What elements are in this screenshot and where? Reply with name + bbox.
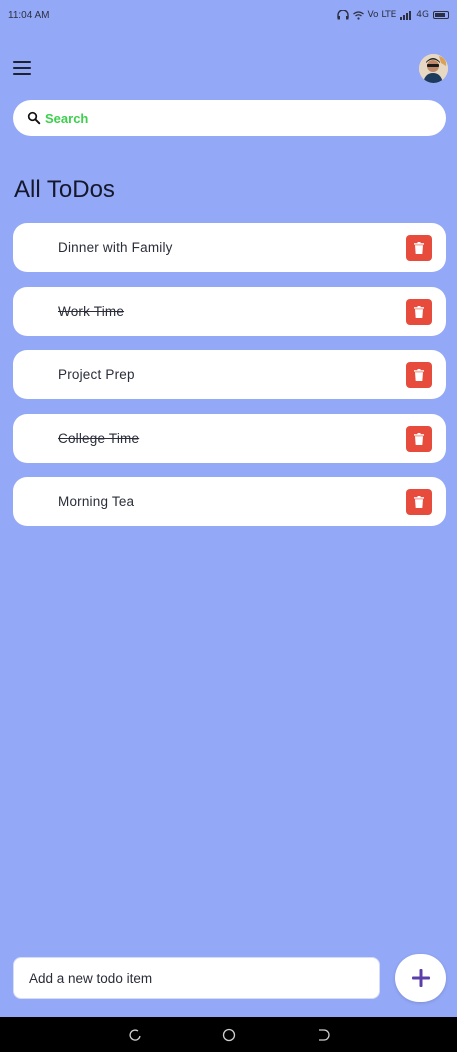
battery-icon [433,11,449,19]
trash-icon [414,305,424,318]
todo-item[interactable]: Work Time [13,286,446,336]
search-icon [27,111,41,125]
delete-button[interactable] [406,489,432,515]
todo-app-screen: 11:04 AM Vo LTE 4G Search All ToDos Dinn… [0,0,457,1052]
trash-icon [414,369,424,381]
search-bar[interactable]: Search [13,100,446,136]
system-nav-bar [0,1017,457,1052]
add-todo-button[interactable] [395,954,446,1002]
status-bar: 11:04 AM Vo LTE 4G [0,0,457,30]
todo-item-label: Morning Tea [58,494,135,509]
todo-item-label: College Time [58,430,140,446]
plus-icon [411,969,430,987]
add-todo-input[interactable] [29,970,379,986]
status-icons: Vo LTE 4G [336,10,449,20]
delete-button[interactable] [406,425,432,452]
status-time: 11:04 AM [8,9,50,21]
user-avatar[interactable] [419,54,448,83]
avatar-image [419,54,448,83]
todo-item-label: Dinner with Family [58,240,173,255]
back-icon[interactable] [316,1028,330,1042]
trash-icon [414,496,424,508]
wifi-icon [352,10,364,20]
todo-item[interactable]: Dinner with Family [13,223,446,272]
todo-item-label: Work Time [58,303,125,319]
page-title: All ToDos [14,176,115,203]
menu-icon[interactable] [13,61,31,75]
signal-icon [400,10,412,20]
todo-item[interactable]: Morning Tea [13,477,446,526]
todo-item[interactable]: College Time [13,413,446,463]
delete-button[interactable] [406,235,432,261]
search-placeholder: Search [45,110,89,126]
volte-indicator: Vo LTE [367,10,397,20]
headphones-icon [336,10,349,20]
home-icon[interactable] [222,1028,236,1042]
todo-item-label: Project Prep [58,367,135,382]
todo-list: Dinner with Family Work Time Project Pre… [13,223,446,541]
todo-item[interactable]: Project Prep [13,350,446,399]
recent-apps-icon[interactable] [128,1028,142,1042]
trash-icon [414,432,424,445]
add-todo-field[interactable] [13,957,380,999]
delete-button[interactable] [406,362,432,388]
network-type: 4G [416,10,429,20]
trash-icon [414,242,424,254]
delete-button[interactable] [406,298,432,325]
